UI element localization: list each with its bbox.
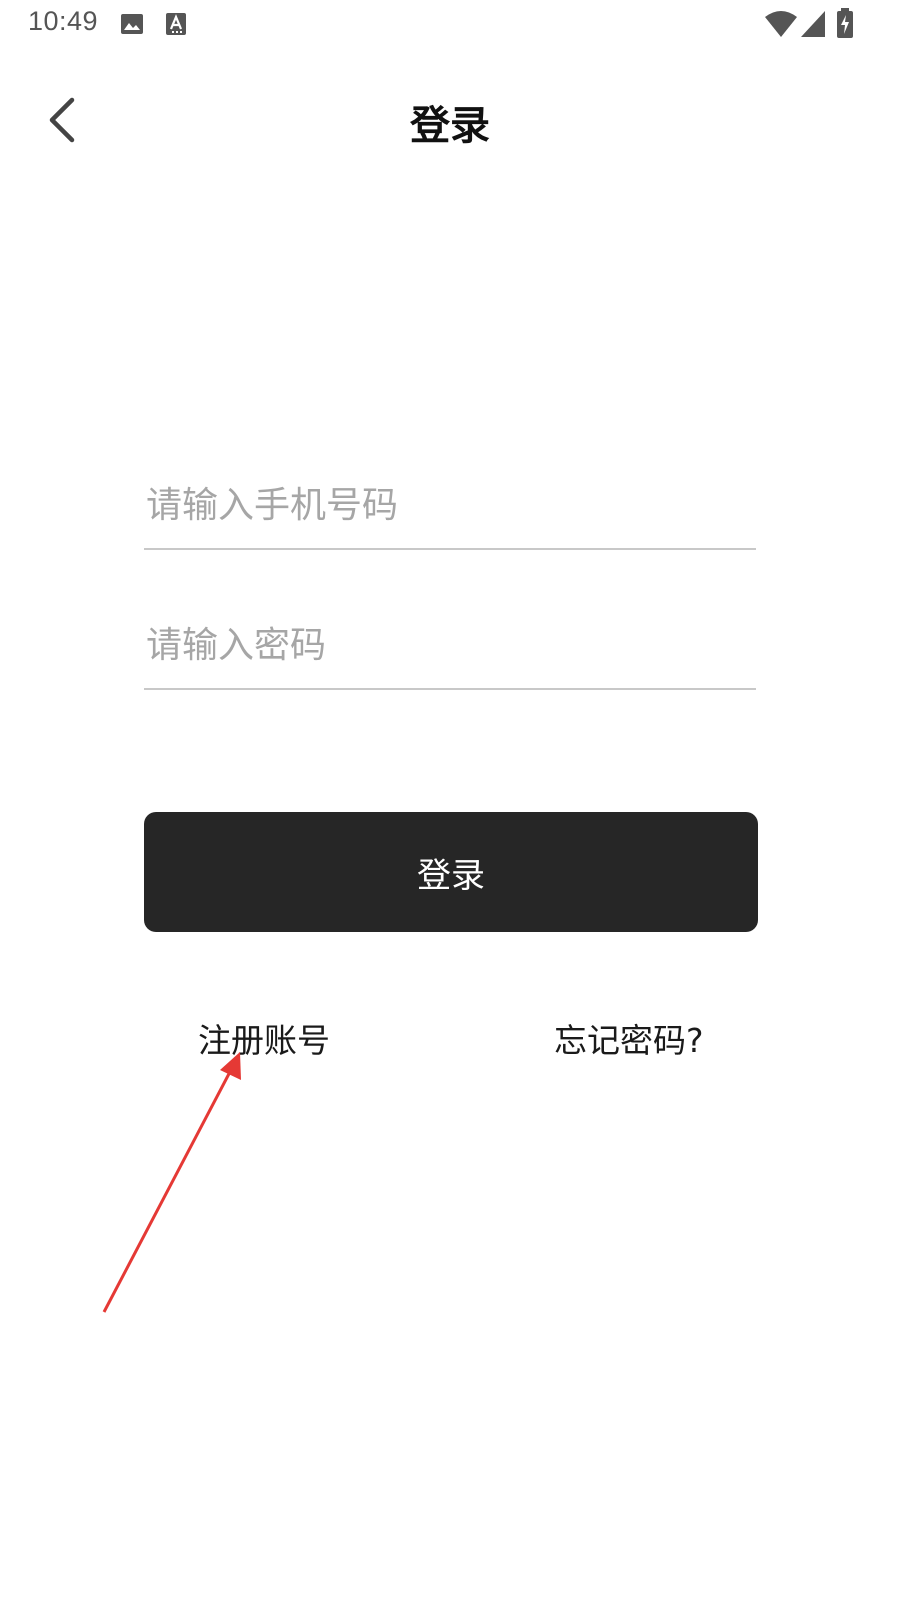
- page-title: 登录: [410, 103, 490, 149]
- text-a-icon: [164, 12, 188, 40]
- password-field: [144, 578, 760, 690]
- login-button[interactable]: 登录: [144, 812, 758, 932]
- status-bar: 10:49: [0, 0, 900, 48]
- battery-charging-icon: [836, 8, 854, 42]
- forgot-password-link[interactable]: 忘记密码?: [554, 1016, 704, 1066]
- register-account-link[interactable]: 注册账号: [198, 1016, 330, 1066]
- phone-field: [144, 438, 760, 550]
- cell-signal-icon: [800, 10, 826, 42]
- image-icon: [120, 12, 144, 40]
- status-time: 10:49: [28, 6, 99, 36]
- phone-input[interactable]: [144, 485, 760, 526]
- annotation-arrow-line: [102, 1067, 234, 1313]
- login-button-label: 登录: [417, 855, 485, 896]
- annotation-arrow: [102, 1052, 241, 1313]
- wifi-icon: [764, 10, 798, 42]
- password-input[interactable]: [144, 625, 760, 666]
